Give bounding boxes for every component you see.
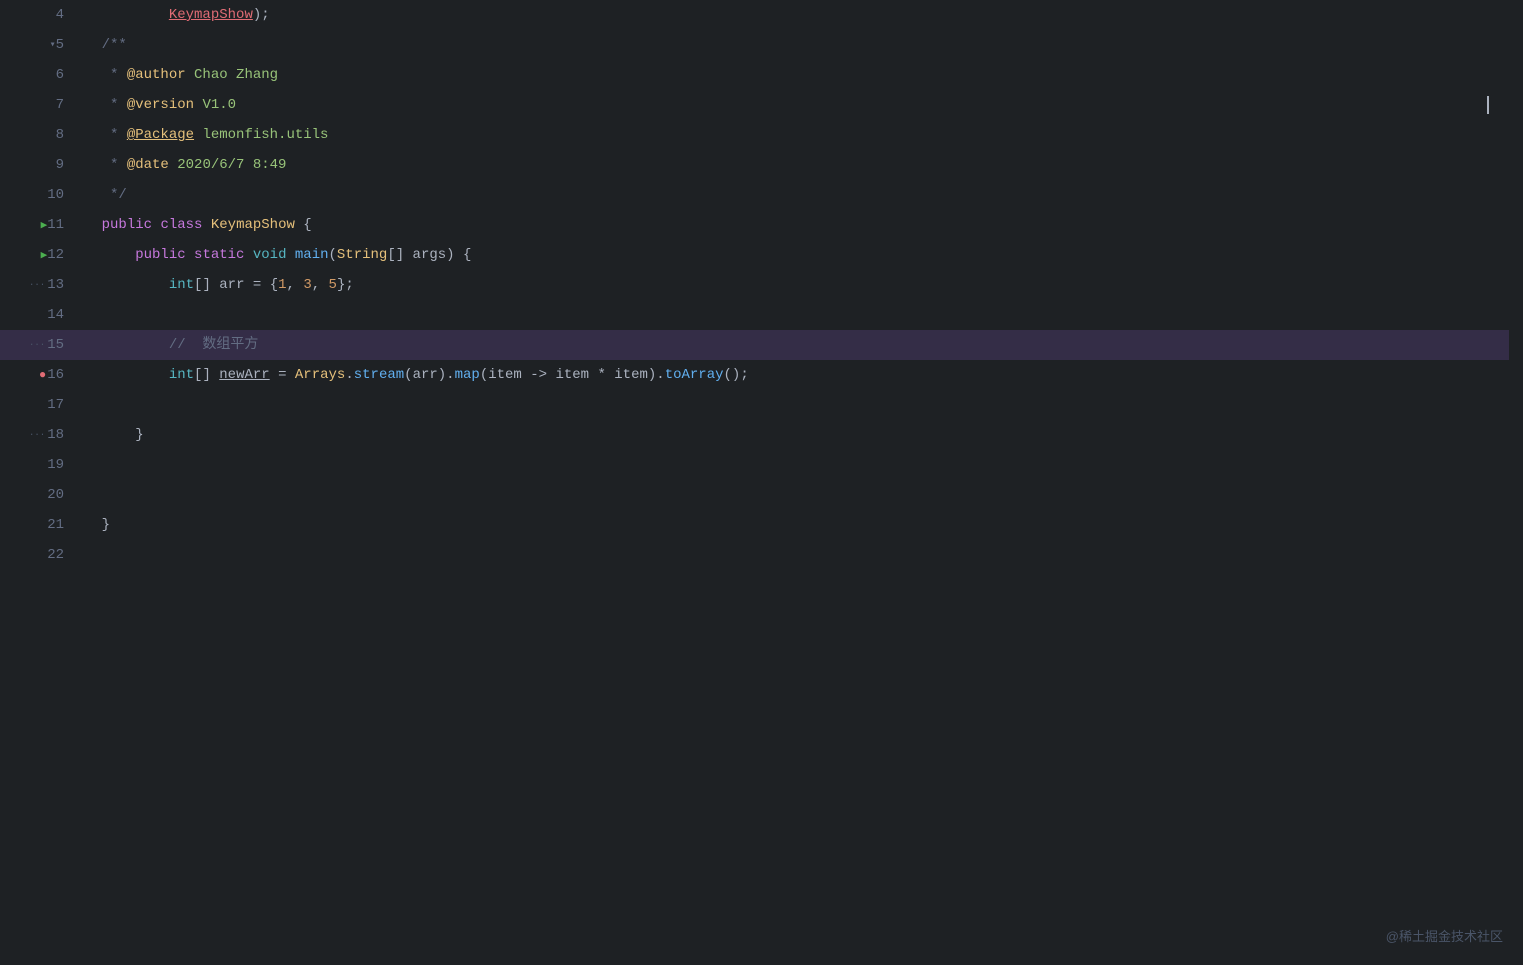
gutter-line-15: ··· 15 [0,330,68,360]
line-number-20: 20 [47,487,64,503]
code-line-20 [68,480,1509,510]
line-number-5: 5 [56,37,64,53]
dots-18: ··· [29,430,45,440]
gutter-line-20: 20 [0,480,68,510]
gutter-line-17: 17 [0,390,68,420]
code-line-15: // 数组平方 [68,330,1509,360]
code-text-9: * @date 2020/6/7 8:49 [68,150,286,180]
code-text-7: * @version V1.0 [68,90,236,120]
code-text-6: * @author Chao Zhang [68,60,278,90]
watermark: @稀土掘金技术社区 [1386,926,1503,945]
gutter-line-13: ··· 13 [0,270,68,300]
code-text-20 [68,480,76,510]
dots-13: ··· [29,280,45,290]
gutter-line-21: 21 [0,510,68,540]
code-line-8: * @Package lemonfish.utils [68,120,1509,150]
gutter-line-16: ● 16 [0,360,68,390]
line-number-7: 7 [56,97,64,113]
code-line-7: * @version V1.0 [68,90,1509,120]
gutter-line-14: 14 [0,300,68,330]
line-number-18: 18 [47,427,64,443]
line-number-13: 13 [47,277,64,293]
gutter-line-22: 22 [0,540,68,570]
line-number-6: 6 [56,67,64,83]
line-number-19: 19 [47,457,64,473]
code-line-18: } [68,420,1509,450]
code-text-17 [68,390,76,420]
code-line-17 [68,390,1509,420]
line-gutter: 4 ▾ 5 6 7 8 9 10 ▶ 11 [0,0,68,965]
code-text-19 [68,450,76,480]
code-text-13: int[] arr = {1, 3, 5}; [68,270,354,300]
line-number-14: 14 [47,307,64,323]
gutter-line-9: 9 [0,150,68,180]
gutter-line-11: ▶ 11 [0,210,68,240]
code-line-4: KeymapShow); [68,0,1509,30]
code-text-4: KeymapShow); [68,0,270,30]
code-text-14 [68,300,76,330]
code-text-10: */ [68,180,127,210]
code-text-8: * @Package lemonfish.utils [68,120,328,150]
code-line-14 [68,300,1509,330]
code-line-12: public static void main(String[] args) { [68,240,1509,270]
code-line-6: * @author Chao Zhang [68,60,1509,90]
line-number-4: 4 [56,7,64,23]
line-number-21: 21 [47,517,64,533]
code-line-16: int[] newArr = Arrays.stream(arr).map(it… [68,360,1509,390]
gutter-line-4: 4 [0,0,68,30]
line-number-16: 16 [47,367,64,383]
code-text-5: /** [68,30,127,60]
gutter-line-18: ··· 18 [0,420,68,450]
code-text-21: } [68,510,110,540]
gutter-line-12: ▶ 12 [0,240,68,270]
code-line-9: * @date 2020/6/7 8:49 [68,150,1509,180]
gutter-line-8: 8 [0,120,68,150]
code-text-12: public static void main(String[] args) { [68,240,471,270]
gutter-line-19: 19 [0,450,68,480]
run-icon-12[interactable]: ▶ [41,248,48,262]
line-number-15: 15 [47,337,64,353]
code-editor[interactable]: KeymapShow); /** * @author Chao Zhang * … [68,0,1509,965]
line-number-11: 11 [47,217,64,233]
code-line-19 [68,450,1509,480]
code-text-15: // 数组平方 [68,330,258,360]
gutter-line-7: 7 [0,90,68,120]
line-number-10: 10 [47,187,64,203]
line-number-12: 12 [47,247,64,263]
text-cursor [1487,96,1489,114]
code-line-5: /** [68,30,1509,60]
code-text-11: public class KeymapShow { [68,210,312,240]
line-number-8: 8 [56,127,64,143]
code-text-18: } [68,420,144,450]
line-number-17: 17 [47,397,64,413]
editor-container: 4 ▾ 5 6 7 8 9 10 ▶ 11 [0,0,1523,965]
code-text-16: int[] newArr = Arrays.stream(arr).map(it… [68,360,749,390]
dots-15: ··· [29,340,45,350]
gutter-line-10: 10 [0,180,68,210]
code-line-21: } [68,510,1509,540]
line-number-9: 9 [56,157,64,173]
code-line-10: */ [68,180,1509,210]
breakpoint-icon-16[interactable]: ● [39,368,46,382]
line-number-22: 22 [47,547,64,563]
code-line-11: public class KeymapShow { [68,210,1509,240]
gutter-line-6: 6 [0,60,68,90]
code-line-22 [68,540,1509,570]
run-icon-11[interactable]: ▶ [41,218,48,232]
code-line-13: int[] arr = {1, 3, 5}; [68,270,1509,300]
scrollbar[interactable] [1509,0,1523,965]
code-text-22 [68,540,76,570]
gutter-line-5: ▾ 5 [0,30,68,60]
